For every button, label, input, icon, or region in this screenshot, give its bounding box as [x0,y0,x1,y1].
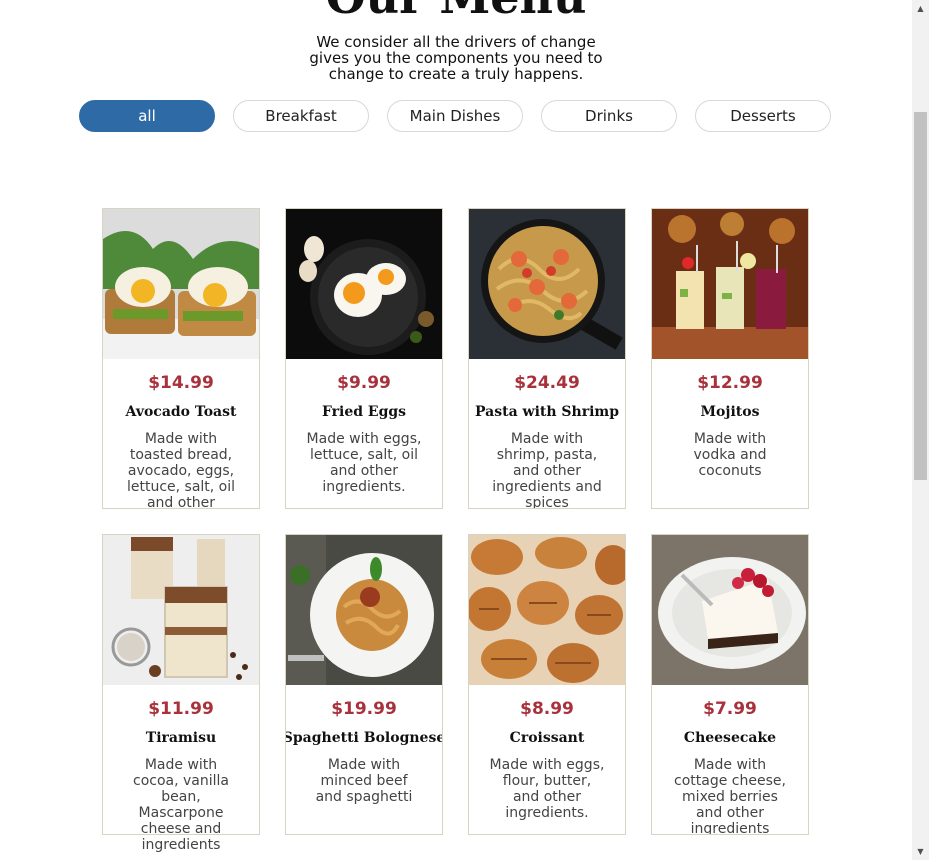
item-description: Made with toasted bread, avocado, eggs, … [126,431,236,509]
vertical-scrollbar[interactable]: ▲ ▼ [912,0,929,860]
menu-card[interactable]: $8.99 Croissant Made with eggs, flour, b… [468,534,626,835]
avocado-toast-image [103,209,259,359]
item-description: Made with minced beef and spaghetti [315,757,413,805]
item-name: Fried Eggs [321,404,407,420]
item-description: Made with cocoa, vanilla bean, Mascarpon… [133,757,229,835]
item-name: Croissant [509,730,585,746]
item-description: Made with eggs, flour, butter, and other… [489,757,605,821]
menu-card[interactable]: $11.99 Tiramisu Made with cocoa, vanilla… [102,534,260,835]
item-name: Tiramisu [145,730,217,746]
filter-drinks[interactable]: Drinks [541,100,677,132]
cheesecake-image [652,535,808,685]
item-description: Made with cottage cheese, mixed berries … [674,757,786,835]
item-price: $9.99 [337,373,391,393]
menu-card[interactable]: $9.99 Fried Eggs Made with eggs, lettuce… [285,208,443,509]
item-description: Made with vodka and coconuts [693,431,767,479]
menu-card[interactable]: $19.99 Spaghetti Bolognese Made with min… [285,534,443,835]
item-name: Avocado Toast [125,404,237,420]
pasta-shrimp-image [469,209,625,359]
tiramisu-image [103,535,259,685]
item-price: $11.99 [148,699,214,719]
scroll-up-arrow-icon[interactable]: ▲ [912,0,929,17]
item-price: $12.99 [697,373,763,393]
menu-card[interactable]: $14.99 Avocado Toast Made with toasted b… [102,208,260,509]
filter-desserts[interactable]: Desserts [695,100,831,132]
filter-main-dishes[interactable]: Main Dishes [387,100,523,132]
spaghetti-image [286,535,442,685]
item-name: Cheesecake [683,730,777,746]
item-description: Made with eggs, lettuce, salt, oil and o… [306,431,422,495]
mojitos-image [652,209,808,359]
item-name: Pasta with Shrimp [475,404,619,420]
item-price: $7.99 [703,699,757,719]
fried-eggs-image [286,209,442,359]
item-description: Made with shrimp, pasta, and other ingre… [492,431,602,509]
item-price: $14.99 [148,373,214,393]
overflow-description-text: ingredients [141,837,221,853]
item-price: $8.99 [520,699,574,719]
item-name: Mojitos [700,404,760,420]
filter-breakfast[interactable]: Breakfast [233,100,369,132]
item-name: Spaghetti Bolognese [285,730,443,746]
scroll-down-arrow-icon[interactable]: ▼ [912,843,929,860]
item-price: $24.49 [514,373,580,393]
menu-card[interactable]: $24.49 Pasta with Shrimp Made with shrim… [468,208,626,509]
scrollbar-thumb[interactable] [914,112,927,480]
menu-card[interactable]: $12.99 Mojitos Made with vodka and cocon… [651,208,809,509]
item-price: $19.99 [331,699,397,719]
intro-text: We consider all the drivers of change gi… [309,33,603,83]
filter-all[interactable]: all [79,100,215,132]
menu-card[interactable]: $7.99 Cheesecake Made with cottage chees… [651,534,809,835]
croissant-image [469,535,625,685]
page-title: Our Menu [0,0,912,20]
